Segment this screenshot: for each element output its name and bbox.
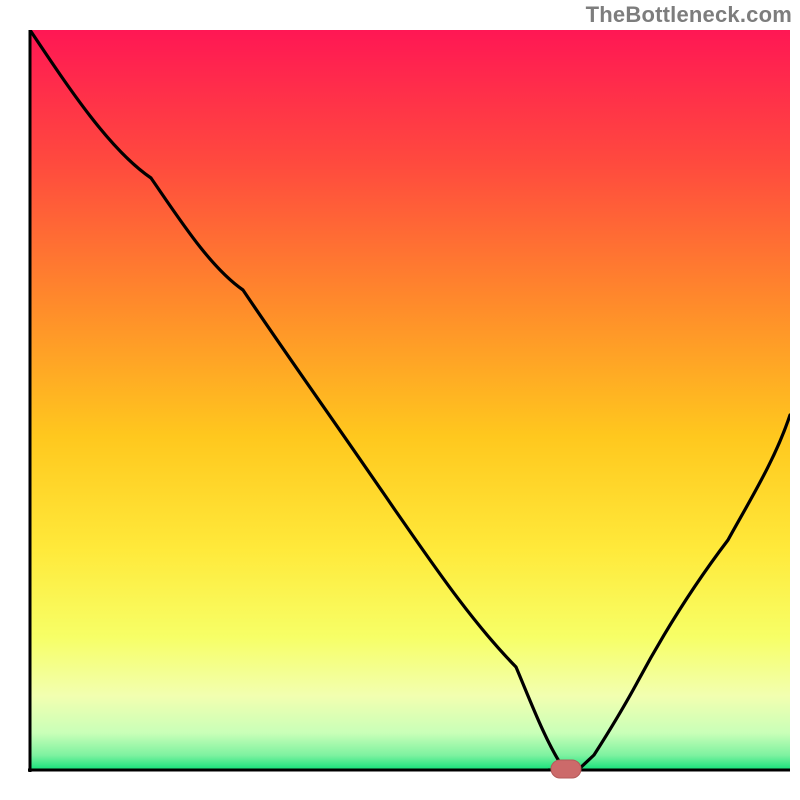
plot-background (30, 30, 790, 770)
optimal-point-marker (551, 760, 581, 778)
watermark-text: TheBottleneck.com (586, 2, 792, 28)
bottleneck-chart (0, 0, 800, 800)
chart-stage: TheBottleneck.com (0, 0, 800, 800)
